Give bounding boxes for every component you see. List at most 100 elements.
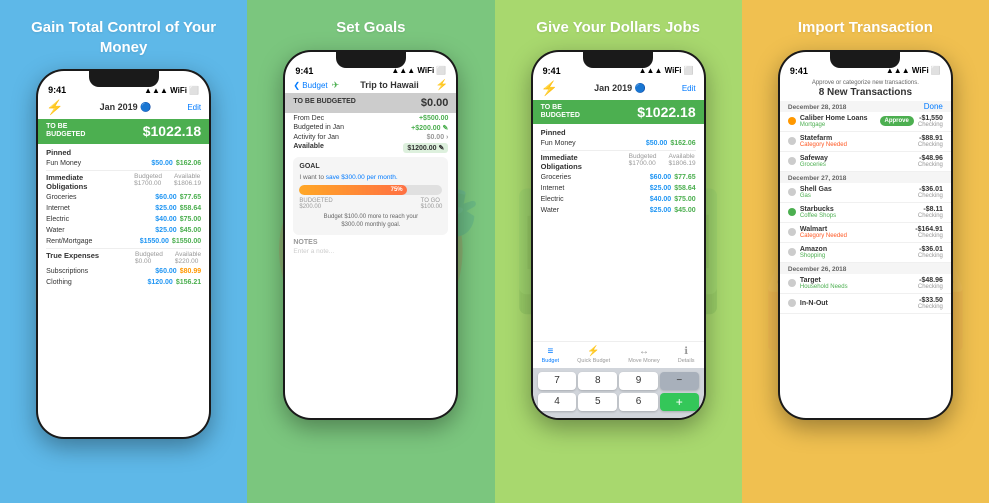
section-pinned-1: Pinned [46,148,201,157]
lightning-icon-1: ⚡ [46,99,63,116]
import-count: 8 New Transactions [790,87,941,98]
tab-details-3[interactable]: ℹ Details [678,346,695,364]
budget-label-1: TO BEBUDGETED [46,123,85,140]
status-icons-2: ▲▲▲ WiFi ⬜ [391,66,446,75]
panel-dollars-jobs: 💵 Give Your Dollars Jobs 9:41 ▲▲▲ WiFi ⬜… [495,0,742,503]
goal-description: Budget $100.00 more to reach your$300.00… [299,213,442,230]
num-key-minus[interactable]: − [660,372,699,390]
transaction-list: December 28, 2018 Caliber Home Loans Mor… [780,101,951,418]
trans-info-shellgas: Shell Gas Gas [800,186,914,199]
trans-info-caliber: Caliber Home Loans Mortgage [800,115,876,128]
status-icons-3: ▲▲▲ WiFi ⬜ [639,66,694,75]
trans-dot-amazon [788,248,796,256]
budget-content-1: Pinned Fun Money $50.00 $162.06 Immediat… [38,144,209,437]
row-internet-1: Internet $25.00$58.64 [46,204,201,213]
trans-dot-innout [788,299,796,307]
tab-budget-icon-3: ≡ [547,346,553,357]
trans-row-target[interactable]: Target Household Needs -$48.96 Checking [780,274,951,294]
section-immediate-1: ImmediateObligations Budgeted$1700.00 Av… [46,173,201,191]
goal-bottom: BUDGETED$200.00 TO GO$100.00 [299,198,442,210]
num-key-6[interactable]: 6 [619,393,658,411]
header-edit-1[interactable]: Edit [187,103,201,112]
status-time-4: 9:41 [790,66,808,76]
panel-gain-control: 💰 Gain Total Control of Your Money 9:41 … [0,0,247,503]
tab-quickbudget-icon-3: ⚡ [587,346,599,357]
trans-date-dec27: December 27, 2018 [780,172,951,183]
tab-movemoney-label-3: Move Money [628,358,660,364]
row-rent-1: Rent/Mortgage $1550.00$1550.00 [46,237,201,246]
back-button-2[interactable]: ❮ Budget [293,81,327,90]
trans-info-starbucks: Starbucks Coffee Shops [800,206,914,219]
notes-input[interactable]: Enter a note... [293,248,448,255]
done-button[interactable]: Done [924,102,943,111]
phone-notch-2 [336,52,406,68]
trans-info-statefarm: Statefarm Category Needed [800,135,914,148]
tab-budget-3[interactable]: ≡ Budget [542,346,559,364]
lightning-icon-3: ⚡ [541,80,558,97]
trans-row-caliber[interactable]: Caliber Home Loans Mortgage Approve -$1,… [780,112,951,132]
trans-dot-statefarm [788,137,796,145]
phone-2: 9:41 ▲▲▲ WiFi ⬜ ❮ Budget ✈ Trip to Hawai… [283,50,458,420]
tab-quickbudget-label-3: Quick Budget [577,358,610,364]
status-icons-4: ▲▲▲ WiFi ⬜ [886,66,941,75]
info-budgeted-jan: Budgeted in Jan +$200.00 ✎ [293,124,448,132]
app-header-1: ⚡ Jan 2019 🔵 Edit [38,97,209,119]
trans-dot-starbucks [788,208,796,216]
budget-amount-1: $1022.18 [143,123,201,139]
header-month-3: Jan 2019 🔵 [594,83,646,94]
trans-row-starbucks[interactable]: Starbucks Coffee Shops -$8.11 Checking [780,203,951,223]
trans-right-innout: -$33.50 Checking [918,297,943,310]
num-key-8[interactable]: 8 [578,372,617,390]
panel-import-transaction: 📥 Import Transaction 9:41 ▲▲▲ WiFi ⬜ App… [742,0,989,503]
num-key-5[interactable]: 5 [578,393,617,411]
info-activity-jan: Activity for Jan $0.00 › [293,134,448,141]
divider-1 [46,170,201,171]
trans-date-dec26: December 26, 2018 [780,263,951,274]
trans-info-safeway: Safeway Groceries [800,155,914,168]
goals-budget-banner: TO BE BUDGETED $0.00 [285,93,456,113]
num-key-9[interactable]: 9 [619,372,658,390]
tab-quickbudget-3[interactable]: ⚡ Quick Budget [577,346,610,364]
panel-4-title: Import Transaction [798,18,933,38]
trans-row-statefarm[interactable]: Statefarm Category Needed -$88.91 Checki… [780,132,951,152]
row-water-1: Water $25.00$45.00 [46,226,201,235]
status-time-3: 9:41 [543,66,561,76]
goals-nav: ❮ Budget ✈ Trip to Hawaii ⚡ [285,78,456,93]
app-header-3: ⚡ Jan 2019 🔵 Edit [533,78,704,100]
trans-row-walmart[interactable]: Walmart Category Needed -$164.91 Checkin… [780,223,951,243]
num-key-7[interactable]: 7 [538,372,577,390]
header-edit-3[interactable]: Edit [682,84,696,93]
phone-notch-1 [89,71,159,87]
trans-right-starbucks: -$8.11 Checking [918,206,943,219]
phone-screen-2: 9:41 ▲▲▲ WiFi ⬜ ❮ Budget ✈ Trip to Hawai… [285,52,456,418]
goals-title: Trip to Hawaii [343,80,436,90]
trans-info-amazon: Amazon Shopping [800,246,914,259]
trans-dot-walmart [788,228,796,236]
section-pinned-3: Pinned [541,128,696,137]
panel-set-goals: 🎯 Set Goals 9:41 ▲▲▲ WiFi ⬜ ❮ Budget ✈ T… [247,0,494,503]
tab-movemoney-3[interactable]: ↔ Move Money [628,346,660,364]
import-top-text: Approve or categorize new transactions. [790,80,941,86]
num-pad-3: 7 8 9 − 4 5 6 + [533,368,704,418]
goal-box: GOAL I want to save $300.00 per month. 7… [293,157,448,236]
trans-row-innout[interactable]: In-N-Out -$33.50 Checking [780,294,951,314]
trans-dot-safeway [788,157,796,165]
row-groceries-3: Groceries $60.00$77.65 [541,173,696,182]
tab-budget-label-3: Budget [542,358,559,364]
budget-banner-1: TO BEBUDGETED $1022.18 [38,119,209,144]
phone-screen-4: 9:41 ▲▲▲ WiFi ⬜ Approve or categorize ne… [780,52,951,418]
approve-button[interactable]: Approve [880,116,914,126]
num-key-plus[interactable]: + [660,393,699,411]
budget-row-funmoney-1: Fun Money $50.00 $162.06 [46,159,201,168]
num-key-4[interactable]: 4 [538,393,577,411]
budget-banner-3: TO BEBUDGETED $1022.18 [533,100,704,125]
status-time-1: 9:41 [48,85,66,95]
trans-dot-shellgas [788,188,796,196]
tab-movemoney-icon-3: ↔ [639,346,649,357]
trans-dot-target [788,279,796,287]
trans-row-shellgas[interactable]: Shell Gas Gas -$36.01 Checking [780,183,951,203]
notes-section: NOTES Enter a note... [293,239,448,255]
trans-row-safeway[interactable]: Safeway Groceries -$48.96 Checking [780,152,951,172]
trans-row-amazon[interactable]: Amazon Shopping -$36.01 Checking [780,243,951,263]
row-internet-3: Internet $25.00$58.64 [541,184,696,193]
